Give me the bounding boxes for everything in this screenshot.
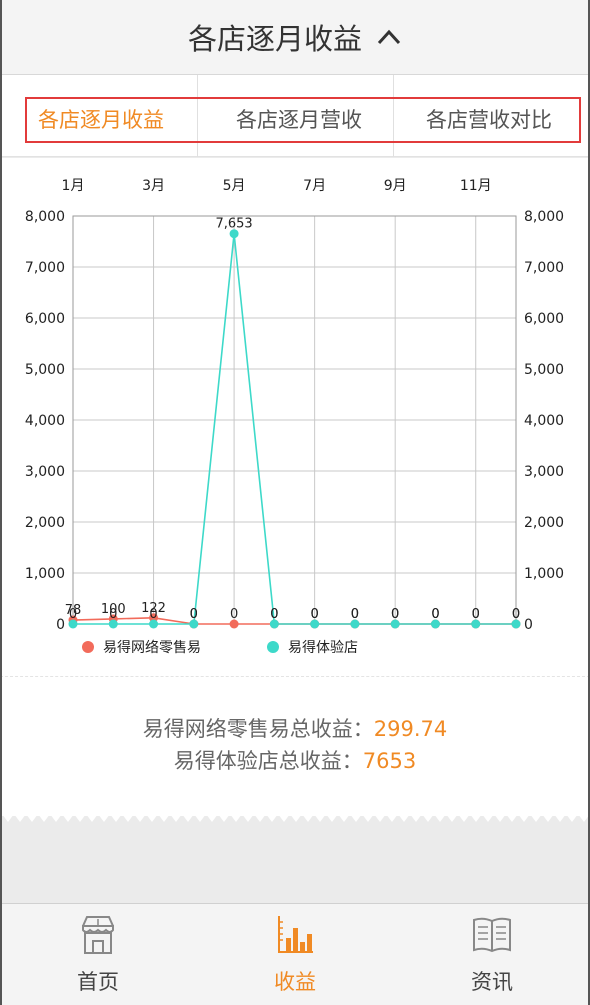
x-tick-label: 3月 (142, 178, 165, 194)
nav-profit[interactable]: 收益 (197, 904, 393, 1005)
data-label: 0 (512, 607, 520, 622)
y-tick-label-right: 2,000 (524, 515, 564, 531)
series-line (73, 233, 516, 625)
data-label: 0 (109, 607, 117, 622)
y-tick-label-left: 2,000 (25, 515, 65, 531)
y-tick-label-left: 4,000 (25, 413, 65, 429)
store-icon (82, 916, 114, 954)
x-tick-label: 1月 (62, 178, 85, 194)
y-tick-label-left: 5,000 (25, 362, 65, 378)
legend-marker (82, 641, 94, 653)
y-tick-label-right: 1,000 (524, 566, 564, 582)
summary-store-total: 易得体验店总收益：7653 (0, 745, 590, 775)
summary-retail-label: 易得网络零售易总收益： (142, 717, 374, 741)
nav-news[interactable]: 资讯 (394, 904, 590, 1005)
y-tick-label-left: 8,000 (25, 209, 65, 225)
legend-label: 易得网络零售易 (103, 639, 201, 656)
y-tick-label-left: 3,000 (25, 464, 65, 480)
summary-store-value: 7653 (362, 749, 417, 773)
tab-monthly-revenue[interactable]: 各店逐月营收 (199, 99, 399, 141)
nav-news-label: 资讯 (471, 970, 513, 994)
y-tick-label-right: 4,000 (524, 413, 564, 429)
nav-home-label: 首页 (77, 970, 119, 994)
tab-bar: 各店逐月收益 各店逐月营收 各店营收对比 (0, 75, 590, 157)
data-label: 0 (351, 607, 359, 622)
line-chart: 0 01,000 1,0002,000 2,0003,000 3,0004,000 4,0… (25, 178, 564, 656)
y-tick-label-right: 8,000 (524, 209, 564, 225)
y-tick-label-left: 0 (56, 617, 65, 633)
y-tick-label-right: 5,000 (524, 362, 564, 378)
chevron-up-icon[interactable] (376, 24, 402, 50)
chart-area: 0 0 1,000 1,000 2,000 2,000 3,000 3,000 4,000 4,0… (0, 158, 590, 676)
nav-home[interactable]: 首页 (0, 904, 196, 1005)
y-tick-label-right: 3,000 (524, 464, 564, 480)
legend-marker (267, 641, 279, 653)
data-label: 0 (230, 607, 238, 622)
series-line (72, 616, 516, 625)
x-tick-label: 9月 (384, 178, 407, 194)
y-tick-label-left: 7,000 (25, 260, 65, 276)
bar-chart-icon (278, 916, 313, 953)
summary-panel: 易得网络零售易总收益：299.74 易得体验店总收益：7653 (0, 676, 590, 816)
data-label: 7,653 (215, 217, 252, 232)
y-tick-label-left: 1,000 (25, 566, 65, 582)
nav-profit-label: 收益 (274, 970, 316, 994)
summary-retail-value: 299.74 (373, 717, 448, 741)
y-tick-label-right: 7,000 (524, 260, 564, 276)
data-label: 0 (431, 607, 439, 622)
y-tick-label-right: 6,000 (524, 311, 564, 327)
data-label: 0 (472, 607, 480, 622)
tab-revenue-comparison[interactable]: 各店营收对比 (399, 99, 579, 141)
data-label: 0 (270, 607, 278, 622)
tab-highlight-box: 各店逐月收益 各店逐月营收 各店营收对比 (25, 97, 581, 143)
y-tick-label-right: 0 (524, 617, 533, 633)
x-tick-label: 11月 (460, 178, 492, 194)
page-title: 各店逐月收益 (187, 22, 362, 56)
x-tick-label: 5月 (223, 178, 246, 194)
bottom-nav: 首页 收益 资讯 (0, 903, 590, 1005)
book-icon (473, 917, 511, 953)
tab-monthly-profit[interactable]: 各店逐月收益 (27, 99, 175, 141)
data-label: 0 (190, 607, 198, 622)
legend-label: 易得体验店 (288, 639, 358, 656)
summary-store-label: 易得体验店总收益： (173, 749, 363, 773)
x-tick-label: 7月 (303, 178, 326, 194)
data-label: 0 (310, 607, 318, 622)
y-tick-label-left: 6,000 (25, 311, 65, 327)
zigzag-edge (0, 806, 590, 822)
summary-retail-total: 易得网络零售易总收益：299.74 (0, 713, 590, 743)
data-label: 0 (391, 607, 399, 622)
data-label: 0 (149, 607, 157, 622)
page-header[interactable]: 各店逐月收益 (0, 0, 590, 75)
data-label: 0 (69, 607, 77, 622)
